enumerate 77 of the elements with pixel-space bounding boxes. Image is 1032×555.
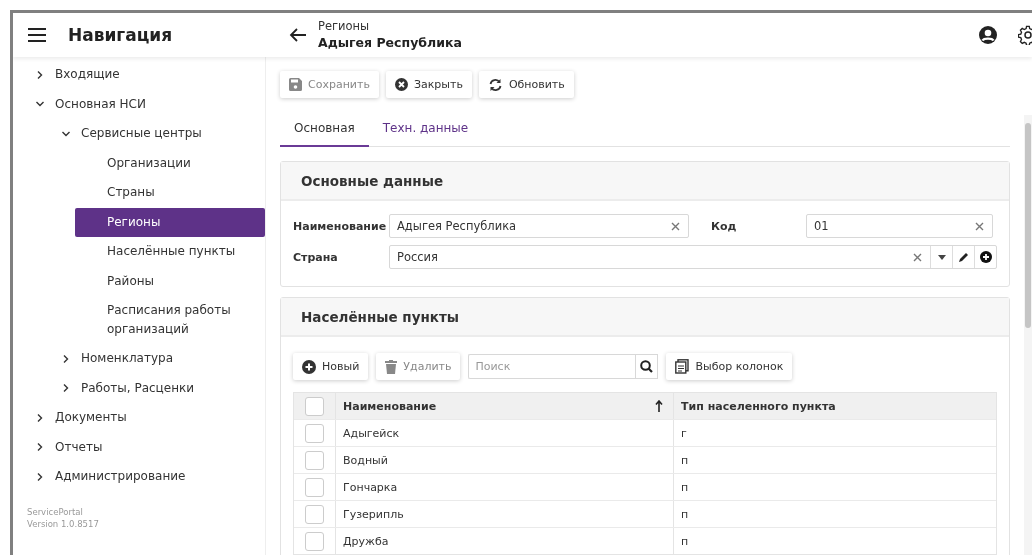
sort-arrow-icon[interactable] bbox=[655, 400, 663, 412]
code-field[interactable]: 01 bbox=[806, 214, 993, 238]
table-cell: п bbox=[681, 453, 689, 467]
nav-item[interactable]: Номенклатура bbox=[81, 349, 173, 369]
field-label: Страна bbox=[293, 250, 339, 264]
nav-item[interactable]: Расписания работы организаций bbox=[75, 296, 265, 344]
nav-item[interactable]: Основная НСИ bbox=[55, 94, 146, 114]
add-icon bbox=[302, 359, 316, 374]
nav-item[interactable]: Районы bbox=[75, 266, 265, 296]
nav-item[interactable]: Страны bbox=[75, 178, 265, 208]
floppy-icon bbox=[289, 78, 302, 91]
nav-item[interactable]: Входящие bbox=[55, 65, 120, 85]
table-cell: Гончарка bbox=[343, 480, 398, 494]
nav-item[interactable]: Регионы bbox=[75, 207, 265, 237]
nav-item[interactable]: Отчеты bbox=[55, 437, 103, 457]
column-chooser-button[interactable]: Выбор колонок bbox=[666, 353, 793, 380]
table-cell: г bbox=[681, 426, 687, 440]
panel-title: Населённые пункты bbox=[301, 308, 459, 325]
row-checkbox[interactable] bbox=[305, 531, 324, 551]
chevron-icon[interactable] bbox=[35, 442, 45, 453]
table-cell: п bbox=[681, 480, 689, 494]
select-all-checkbox[interactable] bbox=[305, 396, 324, 416]
settings-icon[interactable] bbox=[1018, 25, 1032, 45]
table-cell: Гузерипль bbox=[343, 507, 404, 521]
nav-item[interactable]: Документы bbox=[55, 408, 127, 428]
name-field[interactable]: Адыгея Республика bbox=[389, 214, 689, 238]
close-icon bbox=[394, 78, 408, 91]
tab[interactable]: Основная bbox=[280, 114, 369, 147]
clear-icon[interactable] bbox=[975, 221, 984, 231]
row-checkbox[interactable] bbox=[305, 504, 324, 524]
breadcrumb[interactable]: Регионы bbox=[318, 19, 462, 34]
table-cell: Адыгейск bbox=[343, 426, 400, 440]
nav-item[interactable]: Администрирование bbox=[55, 467, 186, 487]
dropdown-caret-icon[interactable] bbox=[937, 254, 946, 260]
table-cell: п bbox=[681, 534, 689, 548]
clear-icon[interactable] bbox=[671, 221, 680, 231]
refresh-button[interactable]: Обновить bbox=[478, 71, 574, 98]
clear-icon[interactable] bbox=[913, 252, 922, 262]
nav-item[interactable]: Работы, Расценки bbox=[81, 378, 195, 398]
refresh-icon bbox=[487, 77, 503, 92]
row-checkbox[interactable] bbox=[305, 423, 324, 443]
country-select[interactable]: Россия bbox=[389, 245, 997, 269]
chevron-icon[interactable] bbox=[61, 353, 71, 364]
column-header[interactable]: Наименование bbox=[343, 399, 437, 413]
nav-item[interactable]: Населённые пункты bbox=[75, 237, 265, 267]
close-button[interactable]: Закрыть bbox=[385, 71, 472, 98]
table-cell: п bbox=[681, 507, 689, 521]
new-button[interactable]: Новый bbox=[293, 353, 369, 380]
search-field[interactable]: Поиск bbox=[468, 354, 636, 379]
menu-icon[interactable] bbox=[28, 28, 46, 42]
search-icon[interactable] bbox=[640, 360, 654, 373]
panel-title: Основные данные bbox=[301, 172, 444, 189]
field-label: Код bbox=[711, 219, 738, 233]
version-text: Version 1.0.8517 bbox=[27, 517, 100, 530]
user-icon[interactable] bbox=[978, 25, 998, 45]
table-cell: Водный bbox=[343, 453, 388, 467]
nav-item[interactable]: Сервисные центры bbox=[81, 124, 202, 144]
scrollbar-thumb[interactable] bbox=[1025, 123, 1031, 328]
row-checkbox[interactable] bbox=[305, 450, 324, 470]
add-icon[interactable] bbox=[979, 251, 992, 263]
field-label: Наименование bbox=[293, 219, 388, 233]
chevron-icon[interactable] bbox=[61, 383, 71, 394]
trash-icon bbox=[385, 359, 398, 374]
row-checkbox[interactable] bbox=[305, 477, 324, 497]
navigation-title: Навигация bbox=[68, 25, 173, 45]
version-text: ServicePortal bbox=[27, 505, 84, 518]
page-title: Адыгея Республика bbox=[318, 34, 462, 51]
table-cell: Дружба bbox=[343, 534, 389, 548]
chevron-icon[interactable] bbox=[35, 412, 45, 423]
nav-item[interactable]: Организации bbox=[75, 148, 265, 178]
back-arrow-icon[interactable] bbox=[289, 27, 307, 43]
column-header[interactable]: Тип населенного пункта bbox=[681, 399, 836, 413]
chevron-icon[interactable] bbox=[35, 69, 45, 80]
chevron-icon[interactable] bbox=[35, 471, 45, 482]
columns-icon bbox=[675, 359, 690, 374]
tab[interactable]: Техн. данные bbox=[368, 114, 483, 146]
pencil-icon[interactable] bbox=[958, 252, 969, 262]
